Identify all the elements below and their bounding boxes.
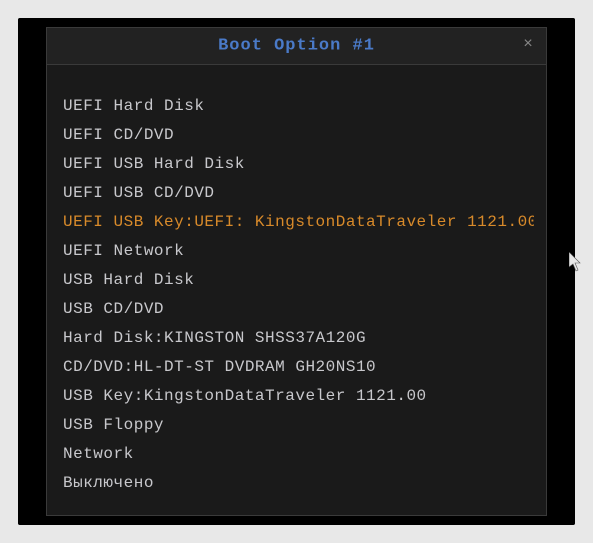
boot-option-item[interactable]: USB CD/DVD bbox=[63, 295, 534, 324]
dialog-title: Boot Option #1 bbox=[218, 37, 375, 56]
boot-option-item[interactable]: Network bbox=[63, 440, 534, 469]
boot-option-item[interactable]: USB Floppy bbox=[63, 411, 534, 440]
boot-option-item[interactable]: USB Key:KingstonDataTraveler 1121.00 bbox=[63, 382, 534, 411]
boot-option-item[interactable]: Hard Disk:KINGSTON SHSS37A120G bbox=[63, 324, 534, 353]
boot-option-item[interactable]: UEFI USB Hard Disk bbox=[63, 150, 534, 179]
boot-option-item[interactable]: UEFI Hard Disk bbox=[63, 92, 534, 121]
boot-option-item[interactable]: CD/DVD:HL-DT-ST DVDRAM GH20NS10 bbox=[63, 353, 534, 382]
dialog-title-bar: Boot Option #1 × bbox=[47, 28, 546, 65]
boot-option-list: UEFI Hard Disk UEFI CD/DVD UEFI USB Hard… bbox=[47, 78, 546, 515]
boot-option-item-selected[interactable]: UEFI USB Key:UEFI: KingstonDataTraveler … bbox=[63, 208, 534, 237]
boot-option-item[interactable]: UEFI USB CD/DVD bbox=[63, 179, 534, 208]
mouse-cursor-icon bbox=[569, 252, 583, 272]
boot-option-item[interactable]: USB Hard Disk bbox=[63, 266, 534, 295]
boot-option-dialog: Boot Option #1 × UEFI Hard Disk UEFI CD/… bbox=[46, 27, 547, 516]
boot-option-item[interactable]: Выключено bbox=[63, 469, 534, 498]
boot-option-item[interactable]: UEFI Network bbox=[63, 237, 534, 266]
bios-screen: Boot Option #1 × UEFI Hard Disk UEFI CD/… bbox=[18, 18, 575, 525]
close-icon[interactable]: × bbox=[520, 36, 536, 52]
boot-option-item[interactable]: UEFI CD/DVD bbox=[63, 121, 534, 150]
